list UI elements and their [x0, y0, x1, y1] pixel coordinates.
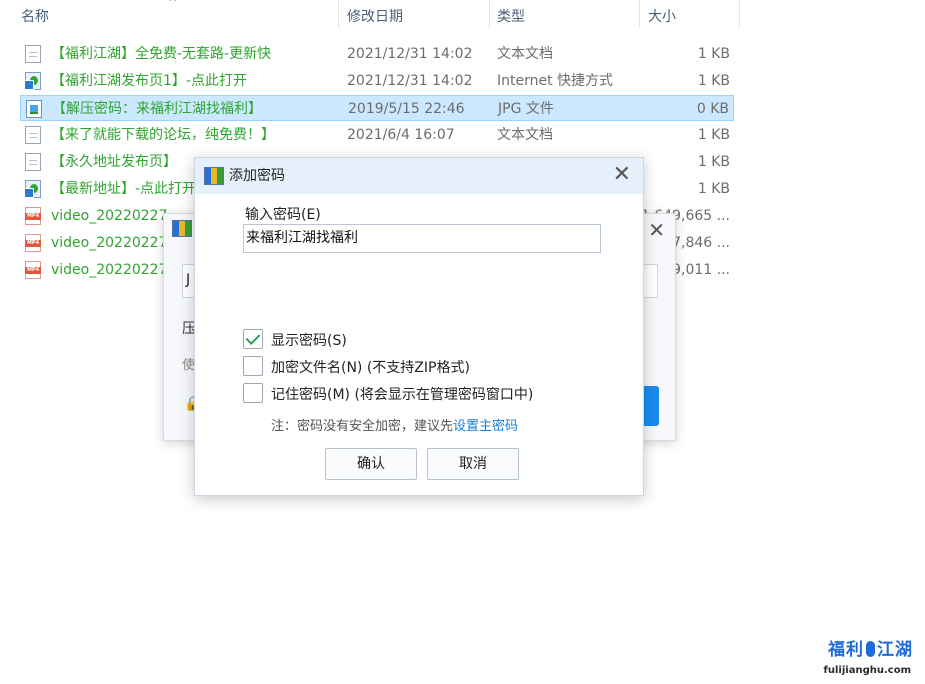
file-date: 2021/12/31 14:02 — [347, 73, 473, 89]
file-row[interactable]: 【解压密码：来福利江湖找福利】 2019/5/15 22:46 JPG 文件 0 KB — [20, 95, 734, 121]
file-type: 文本文档 — [497, 46, 553, 62]
file-type: Internet 快捷方式 — [497, 73, 614, 89]
file-size: 1 KB — [697, 181, 730, 197]
file-name: 【福利江湖】全免费-无套路-更新快 — [51, 46, 272, 62]
text-file-icon — [25, 45, 41, 63]
column-type[interactable]: 类型 — [497, 0, 525, 34]
file-name: 【来了就能下载的论坛，纯免费！】 — [51, 127, 275, 143]
show-password-checkbox[interactable] — [243, 329, 263, 349]
sort-up-icon: ^ — [168, 0, 178, 9]
file-date: 2019/5/15 22:46 — [348, 101, 465, 117]
file-name: 【解压密码：来福利江湖找福利】 — [52, 101, 262, 117]
file-row[interactable]: 【福利江湖发布页1】-点此打开 2021/12/31 14:02 Internet … — [20, 68, 734, 94]
internet-shortcut-icon — [24, 180, 41, 198]
note-text: 注：密码没有安全加密，建议先 — [271, 419, 454, 434]
dialog-titlebar[interactable]: 添加密码 ✕ — [195, 158, 643, 194]
remember-password-label[interactable]: 记住密码(M) (将会显示在管理密码窗口中) — [271, 384, 533, 404]
add-password-dialog: 添加密码 ✕ 输入密码(E) 来福利江湖找福利 显示密码(S) 加密文件名(N)… — [194, 157, 644, 496]
file-size: 1 KB — [697, 73, 730, 89]
watermark-url: fulijianghu.com — [823, 665, 911, 676]
file-size: 0 KB — [696, 101, 729, 117]
mp4-file-icon: MP4 — [25, 207, 41, 225]
watermark-left: 福利 — [828, 640, 864, 660]
encrypt-filenames-checkbox[interactable] — [243, 356, 263, 376]
file-type: 文本文档 — [497, 127, 553, 143]
column-divider[interactable] — [338, 0, 339, 28]
mp4-file-icon: MP4 — [25, 234, 41, 252]
winrar-icon — [204, 167, 224, 185]
column-header: 名称 ^ 修改日期 类型 大小 — [0, 0, 740, 34]
cancel-button[interactable]: 取消 — [427, 448, 519, 480]
ok-button[interactable]: 确认 — [325, 448, 417, 480]
watermark-logo: 福利 江湖 — [828, 635, 913, 660]
set-master-password-link[interactable]: 设置主密码 — [453, 419, 518, 434]
file-size: 1 KB — [697, 154, 730, 170]
password-label: 输入密码(E) — [245, 207, 321, 223]
path-field-text: J — [186, 272, 191, 288]
close-icon[interactable]: ✕ — [613, 162, 631, 188]
mouse-icon — [866, 641, 875, 657]
text-file-icon — [25, 153, 41, 171]
security-note: 注：密码没有安全加密，建议先设置主密码 — [271, 415, 518, 434]
password-input[interactable]: 来福利江湖找福利 — [243, 224, 601, 253]
column-divider[interactable] — [639, 0, 640, 28]
file-type: JPG 文件 — [498, 101, 554, 117]
column-size[interactable]: 大小 — [648, 0, 676, 34]
file-row[interactable]: 【来了就能下载的论坛，纯免费！】 2021/6/4 16:07 文本文档 1 KB — [20, 122, 734, 148]
column-name[interactable]: 名称 — [21, 0, 49, 34]
file-row[interactable]: 【福利江湖】全免费-无套路-更新快 2021/12/31 14:02 文本文档 1 K… — [20, 41, 734, 67]
internet-shortcut-icon — [24, 72, 41, 90]
winrar-icon — [172, 220, 192, 237]
mp4-file-icon: MP4 — [25, 261, 41, 279]
file-date: 2021/6/4 16:07 — [347, 127, 455, 143]
watermark-right: 江湖 — [877, 640, 913, 660]
text-file-icon — [25, 126, 41, 144]
close-icon[interactable]: ✕ — [648, 218, 665, 242]
file-size: 1 KB — [697, 127, 730, 143]
column-divider[interactable] — [489, 0, 490, 28]
dialog-title: 添加密码 — [229, 168, 285, 184]
jpg-file-icon — [26, 100, 42, 118]
column-divider[interactable] — [739, 0, 740, 28]
encrypt-filenames-label[interactable]: 加密文件名(N) (不支持ZIP格式) — [271, 357, 470, 377]
remember-password-checkbox[interactable] — [243, 383, 263, 403]
file-name: 【福利江湖发布页1】-点此打开 — [51, 73, 247, 89]
file-size: 1 KB — [697, 46, 730, 62]
file-date: 2021/12/31 14:02 — [347, 46, 473, 62]
column-modified[interactable]: 修改日期 — [347, 0, 403, 34]
show-password-label[interactable]: 显示密码(S) — [271, 330, 347, 350]
